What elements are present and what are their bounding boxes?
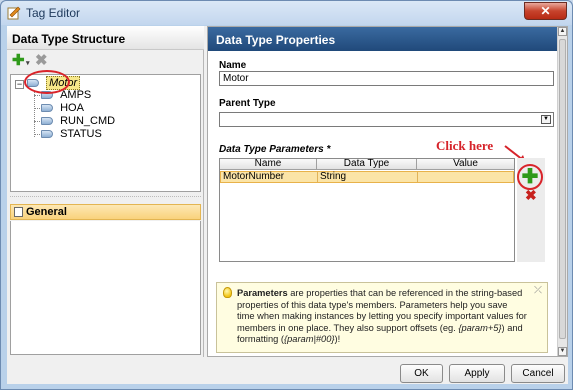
- scroll-down-icon[interactable]: ▼: [558, 347, 567, 356]
- tree-node-hoa[interactable]: HOA: [41, 102, 84, 115]
- param-value-cell[interactable]: [418, 172, 513, 182]
- dialog-button-bar: OK Apply Cancel: [7, 357, 568, 384]
- annotation-circle-motor: [24, 70, 70, 94]
- tag-icon: [41, 117, 53, 125]
- parameters-actions-bar: ✚ ✖: [517, 158, 545, 262]
- help-example-1: {param+5}: [458, 322, 502, 333]
- tag-icon: [41, 130, 53, 138]
- tag-editor-window: Tag Editor ✕ Data Type Structure ✚ ▾ ✖ −…: [0, 0, 573, 390]
- name-label: Name: [219, 60, 247, 71]
- add-member-icon[interactable]: ✚: [12, 53, 25, 68]
- collapse-toggle-icon[interactable]: −: [15, 80, 24, 89]
- tree-node-label: AMPS: [60, 89, 92, 101]
- scroll-thumb[interactable]: [559, 39, 566, 339]
- scroll-up-icon[interactable]: ▲: [558, 27, 567, 36]
- data-type-properties-panel: Data Type Properties ▲ ▼ Name Motor Pare…: [207, 26, 568, 357]
- apply-button[interactable]: Apply: [449, 364, 505, 383]
- add-dropdown-chevron-icon[interactable]: ▾: [26, 57, 30, 71]
- table-row[interactable]: MotorNumber String: [220, 171, 514, 183]
- parent-type-select[interactable]: ▼: [219, 112, 554, 127]
- window-title: Tag Editor: [26, 6, 81, 20]
- click-here-annotation: Click here: [436, 138, 494, 153]
- section-list: [10, 221, 201, 355]
- column-header-data-type[interactable]: Data Type: [317, 159, 417, 170]
- parameters-table-header: Name Data Type Value: [220, 159, 514, 170]
- parameters-table: Name Data Type Value MotorNumber String: [219, 158, 515, 262]
- tree-connector-line: [34, 91, 35, 137]
- editor-client-area: Data Type Structure ✚ ▾ ✖ − Motor AMPS H…: [7, 26, 568, 384]
- tree-node-label: HOA: [60, 102, 84, 114]
- lightbulb-icon: [223, 287, 232, 298]
- cancel-button[interactable]: Cancel: [511, 364, 565, 383]
- tag-editor-app-icon: [7, 6, 21, 20]
- properties-scrollbar[interactable]: ▲ ▼: [557, 27, 567, 356]
- page-icon: [14, 207, 23, 217]
- data-type-parameters-label: Data Type Parameters *: [219, 144, 331, 155]
- tree-node-run-cmd[interactable]: RUN_CMD: [41, 115, 115, 128]
- tag-icon: [41, 104, 53, 112]
- help-lead: Parameters: [237, 288, 288, 298]
- name-input[interactable]: Motor: [219, 71, 554, 86]
- data-type-structure-panel: Data Type Structure ✚ ▾ ✖ − Motor AMPS H…: [7, 26, 204, 357]
- parent-type-label: Parent Type: [219, 98, 276, 109]
- help-text-3: )!: [334, 334, 341, 345]
- tree-node-label: STATUS: [60, 128, 102, 140]
- structure-tree: − Motor AMPS HOA RUN_CMD STATUS: [10, 70, 201, 192]
- close-window-button[interactable]: ✕: [524, 2, 567, 20]
- help-example-2: {param|#00}: [284, 334, 335, 345]
- section-general-label: General: [26, 206, 67, 218]
- dropdown-arrow-icon[interactable]: ▼: [541, 115, 551, 124]
- help-close-icon[interactable]: ⤫: [534, 285, 542, 297]
- remove-parameter-icon[interactable]: ✖: [525, 188, 537, 202]
- column-header-name[interactable]: Name: [220, 159, 317, 170]
- data-type-structure-header: Data Type Structure: [7, 26, 204, 50]
- column-header-value[interactable]: Value: [417, 159, 514, 170]
- tree-toolbar: ✚ ▾ ✖: [7, 50, 204, 72]
- section-general[interactable]: General: [10, 204, 201, 220]
- tree-node-status[interactable]: STATUS: [41, 128, 102, 141]
- tree-node-label: RUN_CMD: [60, 115, 116, 127]
- param-name-cell[interactable]: MotorNumber: [221, 172, 318, 182]
- data-type-properties-header: Data Type Properties: [208, 27, 558, 51]
- ok-button[interactable]: OK: [400, 364, 443, 383]
- parameters-help-box: ⤫ Parameters are properties that can be …: [216, 282, 548, 353]
- panel-splitter[interactable]: [10, 196, 201, 200]
- delete-member-icon[interactable]: ✖: [35, 53, 48, 68]
- param-data-type-cell[interactable]: String: [318, 172, 418, 182]
- title-bar: Tag Editor ✕: [1, 1, 572, 25]
